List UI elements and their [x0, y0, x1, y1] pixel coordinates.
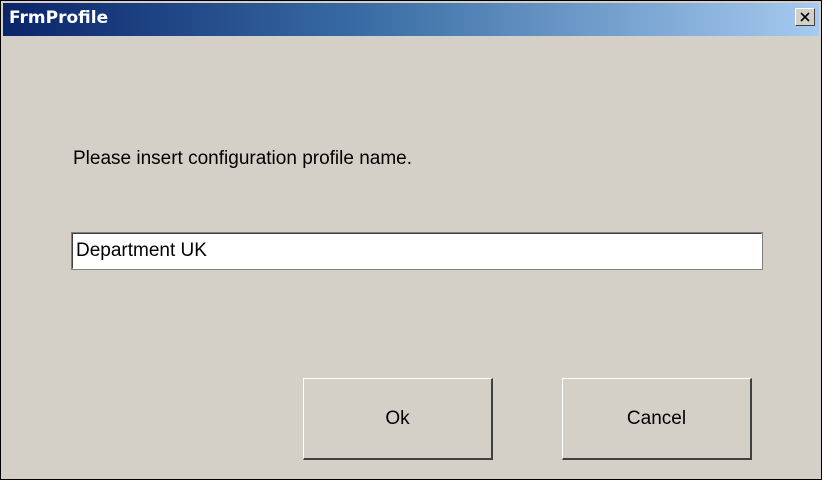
- prompt-label: Please insert configuration profile name…: [73, 148, 413, 169]
- close-button[interactable]: [795, 8, 815, 26]
- profile-name-input[interactable]: [71, 232, 763, 270]
- frmprofile-dialog: FrmProfile Please insert configuration p…: [0, 0, 822, 480]
- ok-button[interactable]: Ok: [303, 378, 493, 460]
- window-title: FrmProfile: [9, 8, 109, 28]
- close-icon: [800, 12, 810, 22]
- cancel-button[interactable]: Cancel: [562, 378, 752, 460]
- title-bar[interactable]: FrmProfile: [3, 3, 819, 36]
